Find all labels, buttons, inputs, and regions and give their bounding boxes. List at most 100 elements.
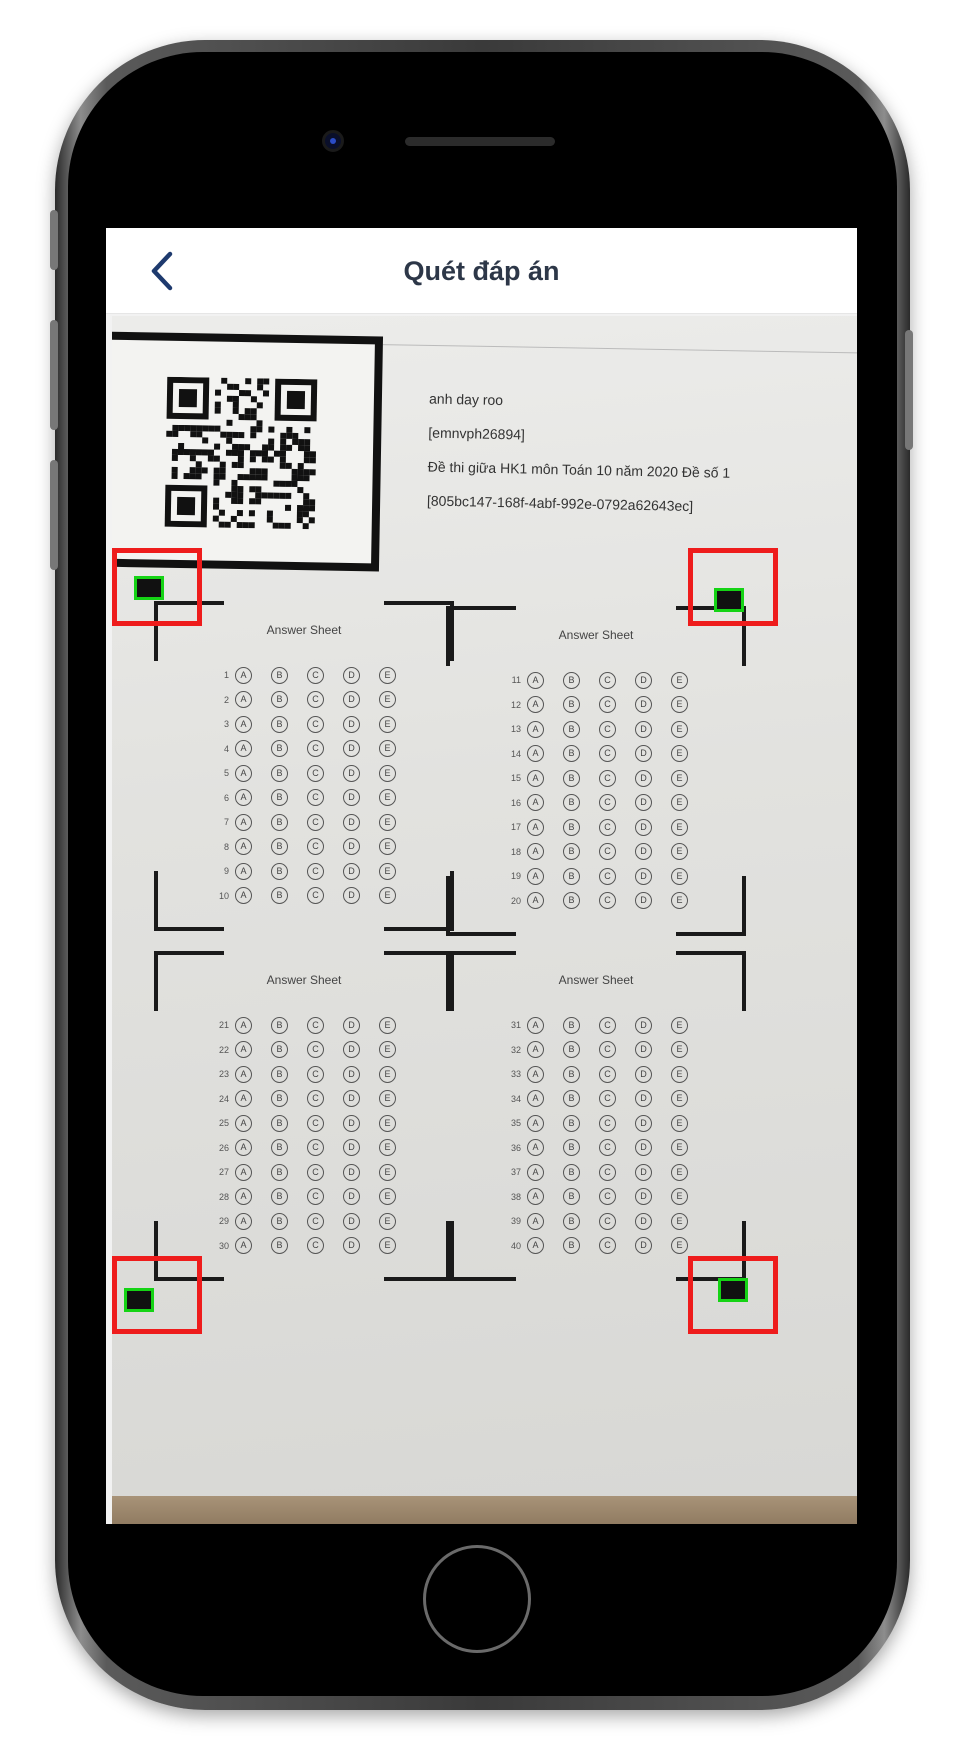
question-row: 15 A B C D E	[501, 766, 707, 791]
answer-bubble-c: C	[307, 1114, 324, 1132]
answer-bubble-b: B	[563, 1114, 580, 1132]
answer-bubble-b: B	[563, 1041, 580, 1059]
question-row: 32 A B C D E	[501, 1038, 707, 1063]
answer-bubble-c: C	[599, 1163, 616, 1181]
question-number: 1	[223, 670, 229, 681]
question-row: 2A B C D E	[209, 688, 415, 713]
answer-bubble-a: A	[235, 691, 252, 709]
answer-bubble-e: E	[379, 862, 396, 880]
table-surface	[112, 1496, 857, 1524]
question-row: 7A B C D E	[209, 810, 415, 835]
answer-bubble-c: C	[599, 720, 616, 738]
answer-bubble-e: E	[379, 838, 396, 856]
question-number: 25	[218, 1118, 229, 1129]
answer-bubble-b: B	[563, 867, 580, 885]
answer-sheet-title: Answer Sheet	[266, 973, 342, 987]
answer-bubble-d: D	[343, 1237, 360, 1255]
answer-bubble-d: D	[343, 691, 360, 709]
question-row: 25 A B C D E	[209, 1111, 415, 1136]
answer-bubble-c: C	[599, 1212, 616, 1230]
answer-bubble-b: B	[563, 696, 580, 714]
answer-bubble-e: E	[671, 720, 688, 738]
answer-bubble-c: C	[307, 789, 324, 807]
answer-bubble-d: D	[635, 745, 652, 763]
front-camera	[322, 130, 344, 152]
answer-bubble-c: C	[307, 1016, 324, 1034]
question-number: 35	[510, 1118, 521, 1129]
answer-bubble-b: B	[271, 715, 288, 733]
answer-bubble-d: D	[343, 789, 360, 807]
question-number: 37	[510, 1167, 521, 1178]
answer-bubble-c: C	[599, 843, 616, 861]
question-row: 29 A B C D E	[209, 1209, 415, 1234]
answer-bubble-c: C	[307, 764, 324, 782]
answer-bubble-a: A	[235, 887, 252, 905]
answer-bubble-a: A	[527, 794, 544, 812]
answer-sheet-title: Answer Sheet	[558, 973, 634, 987]
answer-bubble-c: C	[599, 1016, 616, 1034]
answer-bubble-b: B	[271, 789, 288, 807]
answer-bubble-a: A	[235, 764, 252, 782]
answer-bubble-a: A	[235, 666, 252, 684]
question-row: 3A B C D E	[209, 712, 415, 737]
answer-bubble-c: C	[307, 887, 324, 905]
answer-bubble-d: D	[635, 843, 652, 861]
answer-bubble-d: D	[343, 1139, 360, 1157]
answer-bubble-c: C	[599, 696, 616, 714]
question-number: 9	[223, 866, 229, 877]
answer-bubble-a: A	[527, 1041, 544, 1059]
answer-bubble-b: B	[563, 843, 580, 861]
question-row: 20 A B C D E	[501, 889, 707, 914]
answer-bubble-e: E	[671, 794, 688, 812]
answer-bubble-e: E	[379, 1016, 396, 1034]
answer-bubble-c: C	[307, 740, 324, 758]
answer-bubble-e: E	[379, 740, 396, 758]
home-button[interactable]	[423, 1545, 531, 1653]
question-number: 23	[218, 1069, 229, 1080]
answer-bubble-d: D	[343, 887, 360, 905]
answer-bubble-c: C	[599, 1188, 616, 1206]
answer-bubble-e: E	[671, 1237, 688, 1255]
answer-bubble-e: E	[379, 887, 396, 905]
answer-bubble-a: A	[527, 1212, 544, 1230]
answer-bubble-c: C	[307, 813, 324, 831]
answer-bubble-e: E	[671, 892, 688, 910]
answer-bubble-e: E	[671, 1065, 688, 1083]
answer-bubble-e: E	[379, 1114, 396, 1132]
answer-bubble-a: A	[527, 671, 544, 689]
question-number: 34	[510, 1093, 521, 1104]
question-number: 2	[223, 694, 229, 705]
answer-bubble-d: D	[635, 1016, 652, 1034]
sheet-info: anh day roo [emnvph26894] Đề thi giữa HK…	[427, 382, 857, 527]
answer-bubble-b: B	[271, 1041, 288, 1059]
answer-bubble-e: E	[379, 813, 396, 831]
question-number: 27	[218, 1167, 229, 1178]
question-row: 38 A B C D E	[501, 1185, 707, 1210]
question-number: 29	[218, 1216, 229, 1227]
question-row: 10 A B C D E	[209, 884, 415, 909]
answer-bubble-e: E	[379, 1212, 396, 1230]
answer-bubble-b: B	[563, 1065, 580, 1083]
question-number: 14	[510, 748, 521, 759]
answer-bubble-c: C	[599, 867, 616, 885]
answer-bubble-d: D	[635, 1212, 652, 1230]
answer-bubble-a: A	[527, 867, 544, 885]
question-row: 27 A B C D E	[209, 1160, 415, 1185]
answer-bubble-e: E	[379, 1090, 396, 1108]
question-row: 5A B C D E	[209, 761, 415, 786]
answer-bubble-d: D	[343, 1016, 360, 1034]
question-row: 22 A B C D E	[209, 1038, 415, 1063]
answer-bubble-b: B	[271, 1114, 288, 1132]
answer-bubble-c: C	[599, 1139, 616, 1157]
question-number: 40	[510, 1240, 521, 1251]
app-screen: Quét đáp án anh day roo [emnvph26894] Đề…	[106, 228, 857, 1524]
anchor-square-icon	[124, 1288, 154, 1312]
answer-bubble-b: B	[271, 813, 288, 831]
question-number: 18	[510, 846, 521, 857]
question-row: 36 A B C D E	[501, 1136, 707, 1161]
answer-bubble-c: C	[599, 1041, 616, 1059]
answer-bubble-a: A	[527, 1065, 544, 1083]
answer-bubble-a: A	[235, 813, 252, 831]
answer-bubble-b: B	[563, 671, 580, 689]
question-number: 36	[510, 1142, 521, 1153]
